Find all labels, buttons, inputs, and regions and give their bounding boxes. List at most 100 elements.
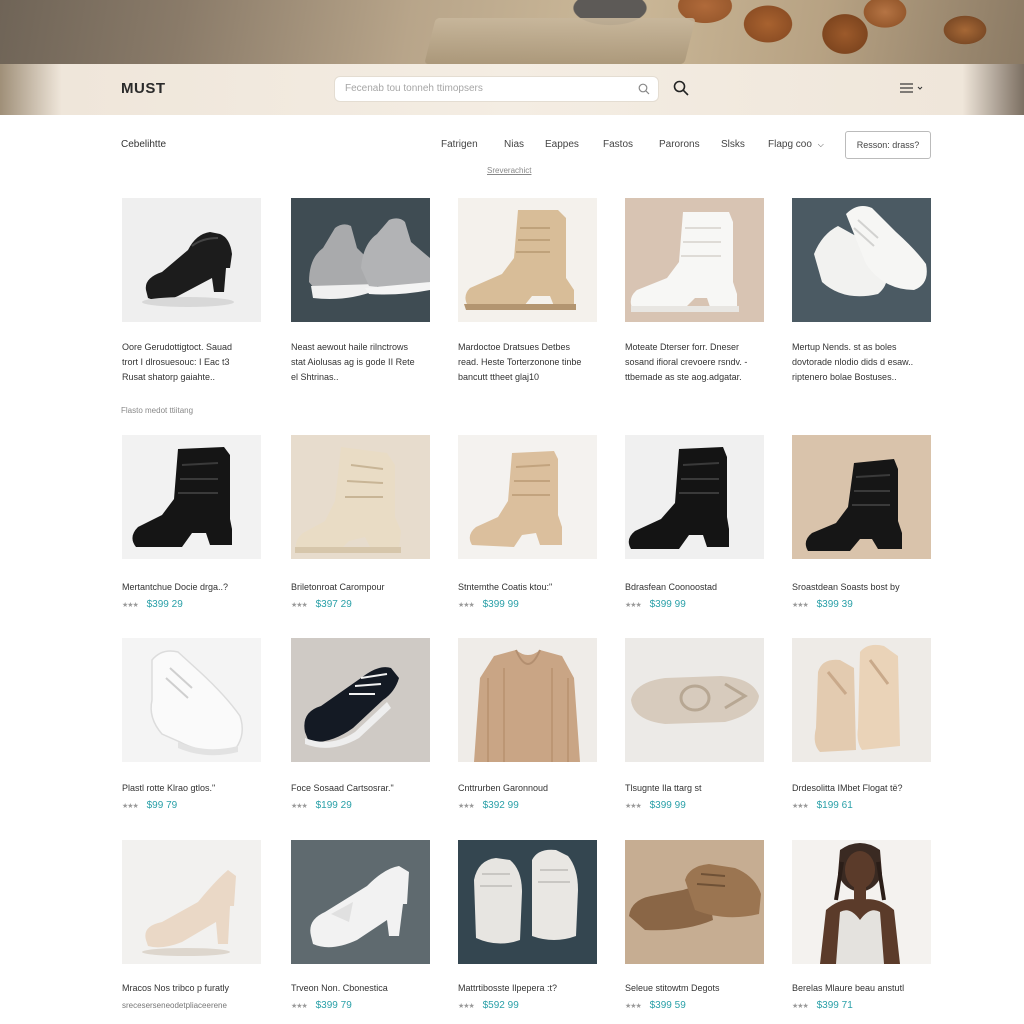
rating-stars: ★★★ [458, 803, 475, 810]
product-name[interactable]: Plastl rotte Klrao gtlos." [122, 783, 215, 793]
product-price: $592 99 [482, 1000, 519, 1011]
product-image[interactable] [122, 638, 261, 762]
menu-icon[interactable] [898, 82, 926, 94]
price-line: ★★★ $399 79 [291, 1000, 352, 1011]
product-name[interactable]: Drdesolitta IMbet Flogat të? [792, 783, 903, 793]
search-submit-icon[interactable] [673, 80, 689, 96]
product-image[interactable] [122, 198, 261, 322]
price-line: ★★★ $399 39 [792, 599, 853, 610]
product-name[interactable]: Mracos Nos tribco p furatly [122, 983, 229, 993]
product-image[interactable] [291, 435, 430, 559]
price-line: ★★★ $399 59 [625, 1000, 686, 1011]
nav-dropdown[interactable]: Flapg coo ⌵ [768, 139, 824, 150]
nav-dropdown-label: Flapg coo [768, 139, 812, 150]
product-image[interactable] [625, 840, 764, 964]
rating-stars: ★★★ [458, 602, 475, 609]
section-note: Flasto medot ttiitang [121, 406, 194, 415]
product-name[interactable]: Trveon Non. Cbonestica [291, 983, 388, 993]
search-box[interactable] [334, 76, 659, 102]
nav-item-2[interactable]: Nias [504, 139, 524, 150]
search-icon[interactable] [638, 83, 650, 95]
rating-stars: ★★★ [792, 803, 809, 810]
product-price: $399 29 [146, 599, 183, 610]
price-line: ★★★ $399 71 [792, 1000, 853, 1011]
product-name[interactable]: Tlsugnte Ila ttarg st [625, 783, 702, 793]
rating-stars: ★★★ [625, 1003, 642, 1010]
product-description: Oore Gerudottigtoct. Sauad trort I dlrosu… [122, 342, 233, 382]
product-price: $399 99 [649, 599, 686, 610]
price-line: ★★★ $399 99 [625, 599, 686, 610]
chevron-down-icon: ⌵ [817, 140, 824, 149]
product-image[interactable] [122, 435, 261, 559]
rating-stars: ★★★ [792, 1003, 809, 1010]
product-name[interactable]: Bdrasfean Coonoostad [625, 582, 717, 592]
product-image[interactable] [458, 198, 597, 322]
product-image[interactable] [291, 638, 430, 762]
product-description: Mertup Nends. st as boles dovtorade nlodi… [792, 342, 914, 382]
filter-button[interactable]: Resson: drass? [845, 131, 931, 159]
product-name[interactable]: Briletonroat Carompour [291, 582, 385, 592]
product-price: $399 99 [482, 599, 519, 610]
product-image[interactable] [792, 198, 931, 322]
price-line: ★★★ $399 99 [625, 800, 686, 811]
product-price: $399 79 [315, 1000, 352, 1011]
product-name[interactable]: Mattrtibosste Ilpepera :t? [458, 983, 557, 993]
product-name[interactable]: Berelas Mlaure beau anstutl [792, 983, 904, 993]
nav-item-5[interactable]: Parorons [659, 139, 700, 150]
price-line: ★★★ $397 29 [291, 599, 352, 610]
rating-stars: ★★★ [625, 803, 642, 810]
product-price: $392 99 [482, 800, 519, 811]
product-name[interactable]: Foce Sosaad Cartsosrar." [291, 783, 394, 793]
product-image[interactable] [625, 435, 764, 559]
product-price: $399 71 [816, 1000, 853, 1011]
product-price: $399 59 [649, 1000, 686, 1011]
product-image[interactable] [458, 435, 597, 559]
rating-stars: ★★★ [122, 602, 139, 609]
product-name[interactable]: Sroastdean Soasts bost by [792, 582, 900, 592]
rating-stars: ★★★ [291, 602, 308, 609]
nav-item-3[interactable]: Eappes [545, 139, 579, 150]
product-image[interactable] [458, 638, 597, 762]
logo[interactable]: MUST [121, 80, 166, 97]
product-name[interactable]: Cnttrurben Garonnoud [458, 783, 548, 793]
product-description: Moteate Dterser forr. Dneser sosand ifior… [625, 342, 748, 382]
product-description: Mardoctoe Dratsues Detbes read. Heste Tor… [458, 342, 582, 382]
rating-stars: ★★★ [291, 1003, 308, 1010]
product-price: $399 99 [649, 800, 686, 811]
product-image[interactable] [625, 198, 764, 322]
hero-rock-graphic [424, 18, 696, 64]
product-price: $399 39 [816, 599, 853, 610]
product-price: $397 29 [315, 599, 352, 610]
product-name[interactable]: Stntemthe Coatis ktou:" [458, 582, 552, 592]
product-subline: sreceserseneodetpliaceerene [122, 1001, 227, 1010]
nav-item-4[interactable]: Fastos [603, 139, 633, 150]
product-image[interactable] [122, 840, 261, 964]
product-name[interactable]: Seleue stitowtm Degots [625, 983, 720, 993]
nav-item-1[interactable]: Fatrigen [441, 139, 478, 150]
nav-item-6[interactable]: Slsks [721, 139, 745, 150]
price-line: ★★★ $399 99 [458, 599, 519, 610]
product-name[interactable]: Mertantchue Docie drga..? [122, 582, 228, 592]
nav-sub-link[interactable]: Sreverachict [487, 166, 531, 175]
search-input[interactable] [345, 83, 625, 94]
price-line: ★★★ $199 29 [291, 800, 352, 811]
price-line: ★★★ $99 79 [122, 800, 177, 811]
rating-stars: ★★★ [291, 803, 308, 810]
product-image[interactable] [291, 198, 430, 322]
product-image[interactable] [625, 638, 764, 762]
category-title: Cebelihtte [121, 139, 167, 150]
product-image[interactable] [792, 638, 931, 762]
product-image[interactable] [291, 840, 430, 964]
product-image[interactable] [458, 840, 597, 964]
rating-stars: ★★★ [122, 803, 139, 810]
price-line: ★★★ $392 99 [458, 800, 519, 811]
product-price: $99 79 [146, 800, 178, 811]
product-price: $199 61 [816, 800, 853, 811]
product-price: $199 29 [315, 800, 352, 811]
price-line: ★★★ $399 29 [122, 599, 183, 610]
product-image[interactable] [792, 840, 931, 964]
price-line: ★★★ $592 99 [458, 1000, 519, 1011]
product-description: Neast aewout haile rilnctrows stat Aiolus… [291, 342, 415, 382]
rating-stars: ★★★ [792, 602, 809, 609]
product-image[interactable] [792, 435, 931, 559]
